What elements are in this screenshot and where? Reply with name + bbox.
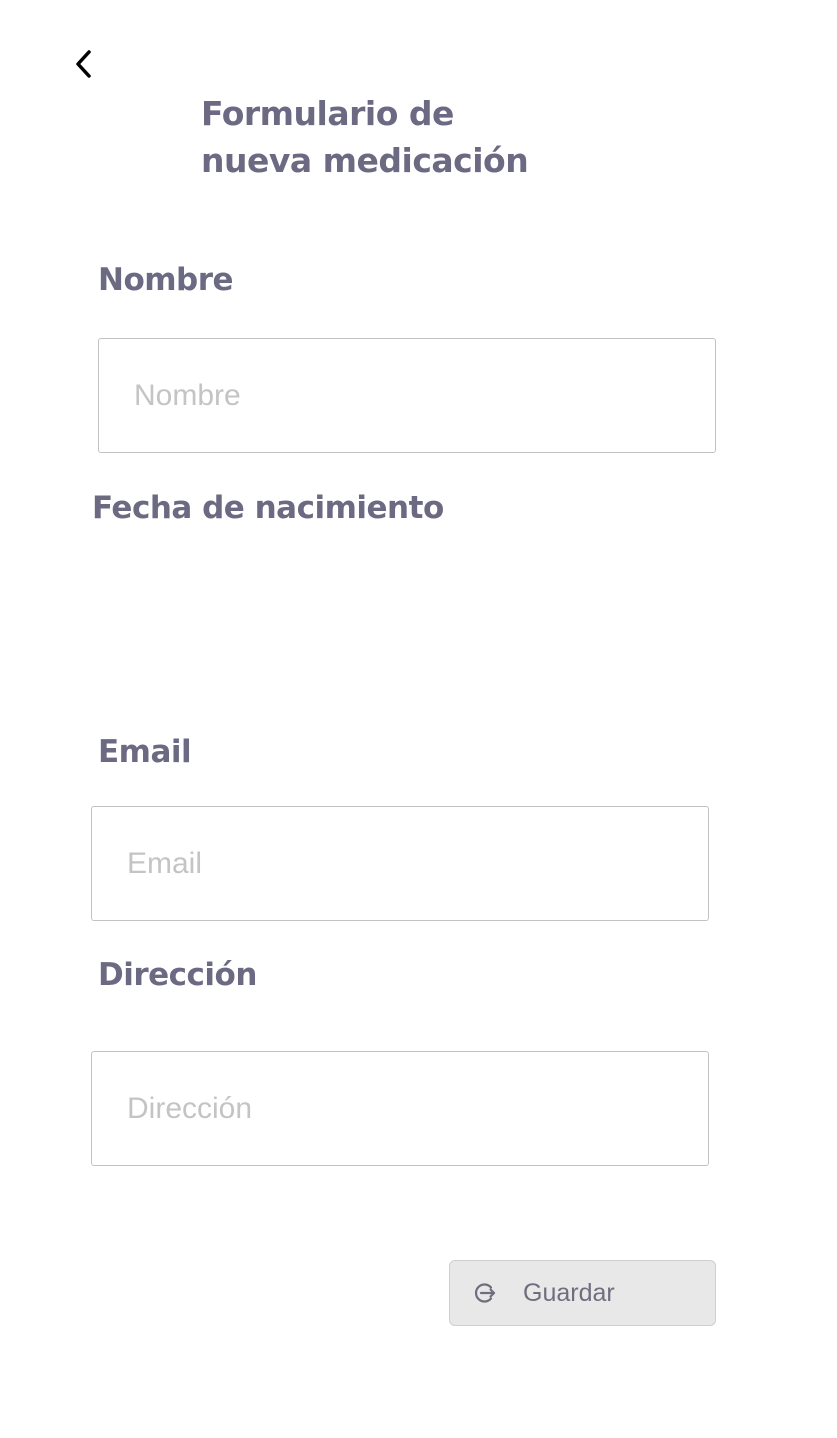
save-button[interactable]: Guardar [449,1260,716,1326]
save-button-label: Guardar [523,1278,615,1307]
fecha-nacimiento-label: Fecha de nacimiento [92,490,444,526]
nombre-input[interactable] [98,338,716,453]
page-title-line-2: nueva medicación [201,141,529,180]
chevron-left-icon [72,48,96,85]
email-label: Email [98,734,192,770]
login-arrow-icon [472,1280,498,1306]
email-input[interactable] [91,806,709,921]
page-title-line-1: Formulario de [201,94,454,133]
direccion-input[interactable] [91,1051,709,1166]
direccion-label: Dirección [98,957,257,993]
page-title: Formulario de nueva medicación [201,90,621,184]
nombre-label: Nombre [98,262,234,298]
back-button[interactable] [66,46,102,86]
